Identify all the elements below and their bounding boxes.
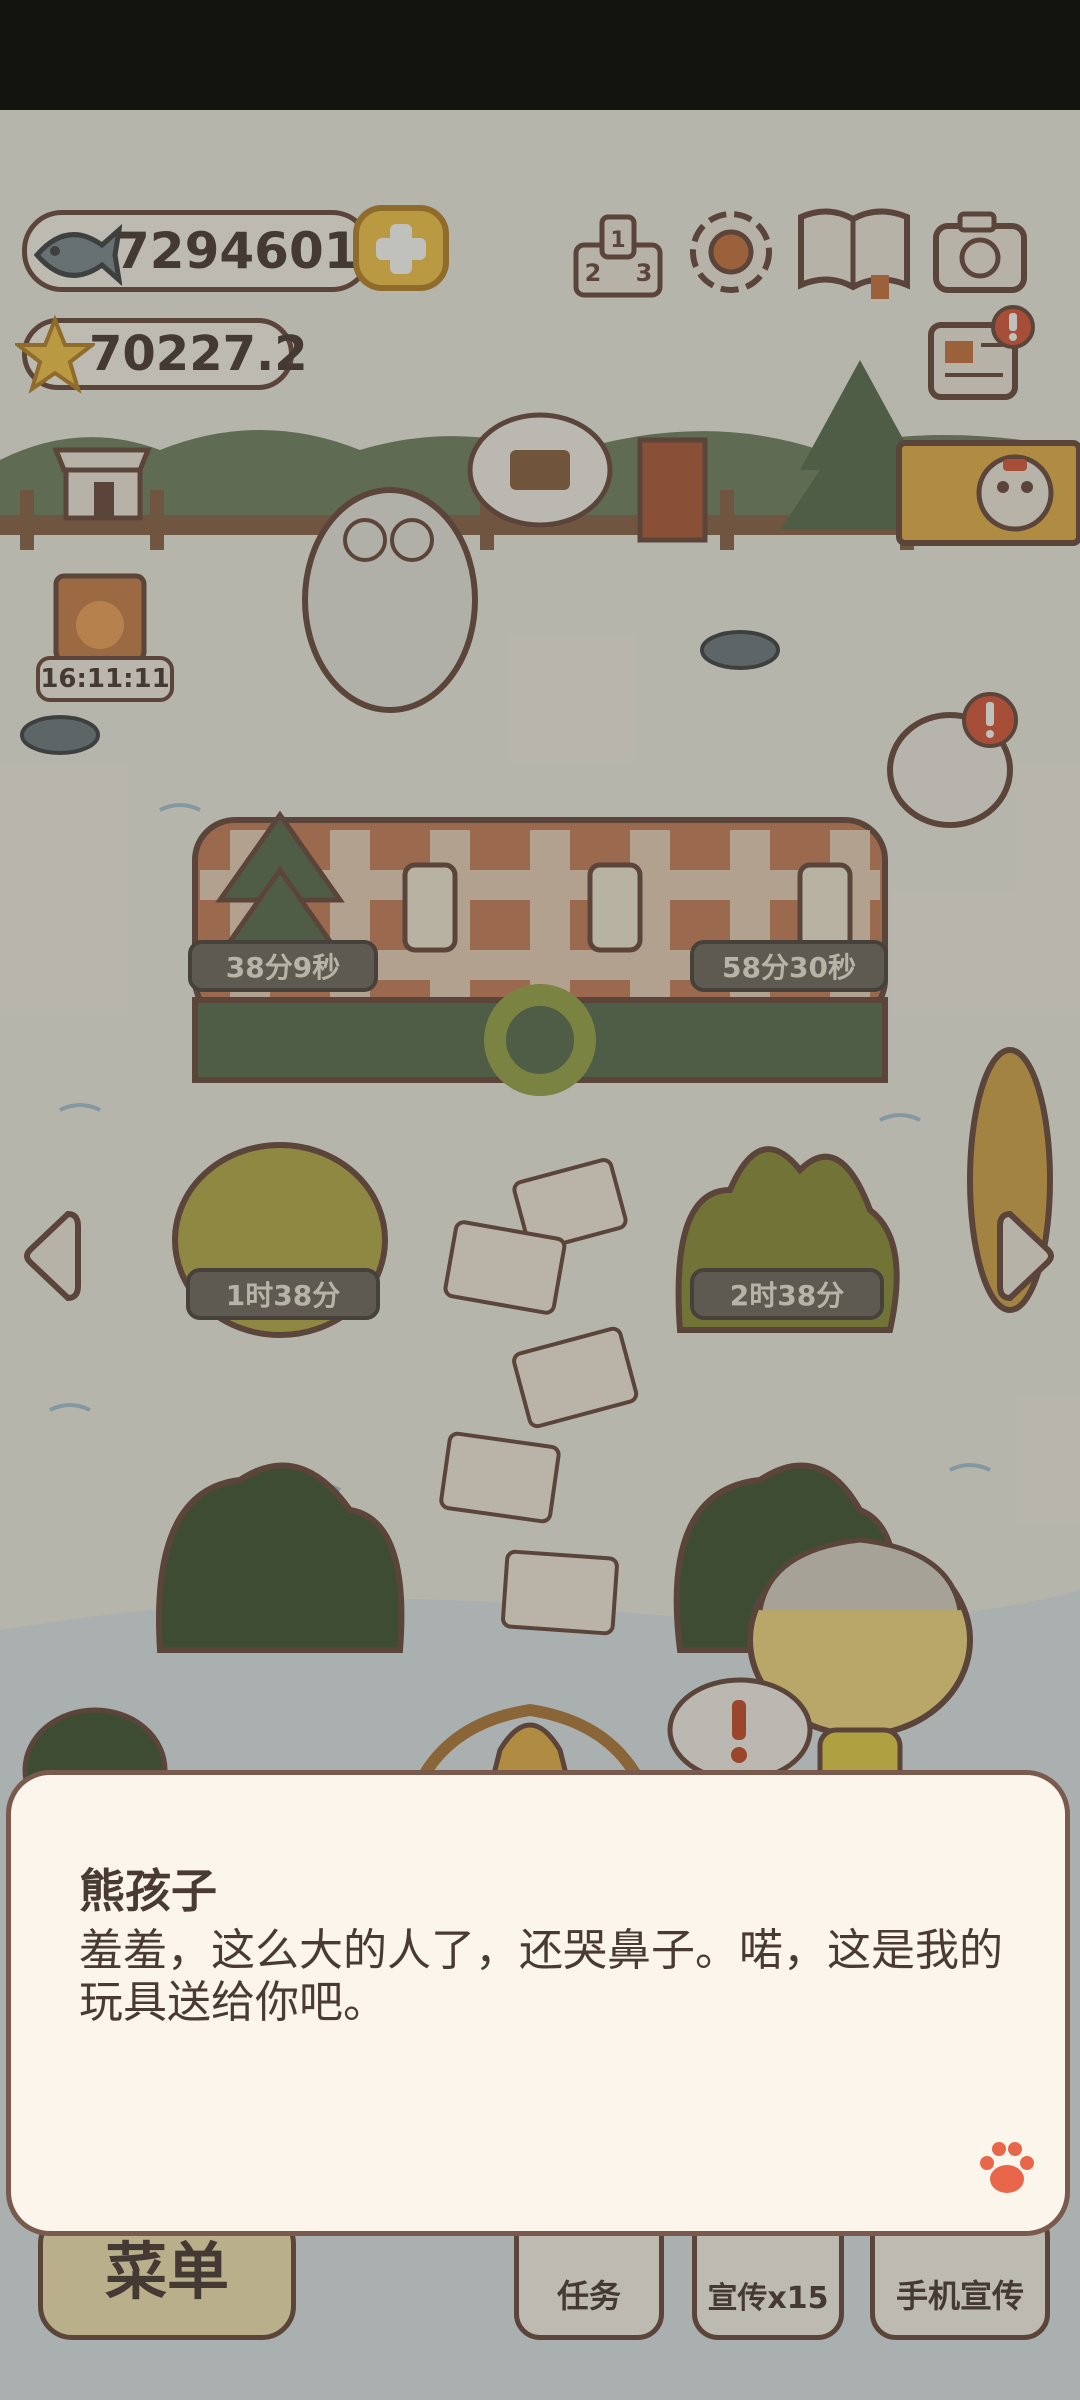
fish-currency-pill: 7294601 bbox=[22, 210, 372, 292]
dialog-box[interactable]: 熊孩子 羞羞，这么大的人了，还哭鼻子。喏，这是我的玩具送给你吧。 bbox=[6, 1770, 1070, 2236]
sign-timer: 16:11:11 bbox=[36, 656, 174, 702]
dialog-text: 羞羞，这么大的人了，还哭鼻子。喏，这是我的玩具送给你吧。 bbox=[79, 1925, 1003, 2028]
plus-icon bbox=[353, 205, 449, 291]
dialog-speaker: 熊孩子 bbox=[79, 1864, 217, 1918]
scroll-left-arrow[interactable] bbox=[18, 1206, 88, 1306]
fish-icon bbox=[27, 215, 123, 307]
rank-digit-3: 3 bbox=[636, 259, 653, 287]
settings-button[interactable] bbox=[684, 205, 779, 300]
promote-label: 宣传x15 bbox=[707, 2281, 829, 2316]
bush-right-timer: 2时38分 bbox=[690, 1268, 884, 1320]
bush-left-timer: 1时38分 bbox=[186, 1268, 380, 1320]
table-right-timer: 58分30秒 bbox=[690, 940, 888, 992]
rank-digit-2: 2 bbox=[585, 259, 602, 287]
camera-button[interactable] bbox=[930, 208, 1030, 298]
shop-button[interactable] bbox=[48, 430, 158, 525]
gear-icon bbox=[690, 211, 772, 293]
newspaper-icon bbox=[928, 305, 1035, 400]
lion-dance-sign[interactable] bbox=[895, 435, 1080, 555]
tasks-label: 任务 bbox=[556, 2277, 621, 2315]
ranking-button[interactable]: 1 2 3 bbox=[568, 205, 668, 300]
add-currency-button[interactable] bbox=[352, 204, 452, 294]
scroll-right-arrow[interactable] bbox=[990, 1206, 1060, 1306]
paw-icon[interactable] bbox=[975, 2139, 1039, 2201]
star-icon bbox=[12, 314, 98, 407]
arrow-right-icon bbox=[997, 1210, 1054, 1302]
phone-promote-label: 手机宣传 bbox=[895, 2277, 1024, 2315]
table-left-timer: 38分9秒 bbox=[188, 940, 378, 992]
star-count: 70227.2 bbox=[89, 326, 308, 382]
shop-icon bbox=[52, 447, 152, 521]
event-sign-icon[interactable] bbox=[50, 570, 150, 665]
rank-digit-1: 1 bbox=[610, 228, 625, 253]
podium-icon: 1 2 3 bbox=[573, 214, 663, 298]
arrow-left-icon bbox=[24, 1210, 81, 1302]
fish-count: 7294601 bbox=[115, 222, 359, 280]
catbook-button[interactable] bbox=[795, 205, 913, 300]
book-icon bbox=[798, 208, 910, 299]
cat-alert-icon[interactable] bbox=[960, 690, 1020, 750]
lion-head-icon bbox=[896, 440, 1080, 546]
newspaper-button[interactable] bbox=[925, 305, 1035, 405]
star-currency-pill: 70227.2 bbox=[12, 314, 308, 394]
camera-icon bbox=[933, 211, 1027, 293]
